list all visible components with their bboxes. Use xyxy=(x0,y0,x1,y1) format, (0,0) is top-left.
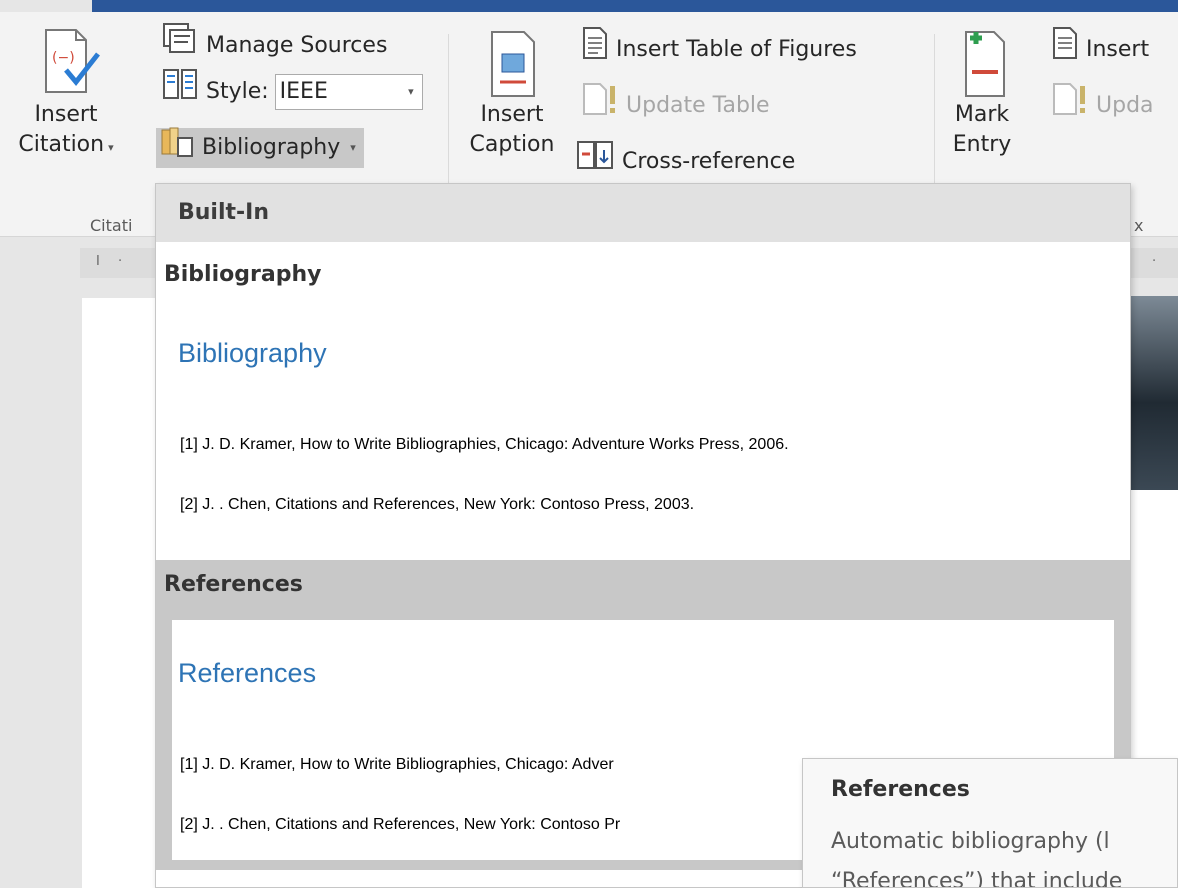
manage-sources-button[interactable]: Manage Sources xyxy=(160,23,388,66)
ruler-mark: · xyxy=(1152,254,1157,269)
cross-reference-button[interactable]: Cross-reference xyxy=(576,141,796,182)
insert-index-button[interactable]: Insert xyxy=(1050,27,1150,70)
mark-entry-label-1: Mark xyxy=(954,102,1010,127)
preview-heading: Bibliography xyxy=(178,338,327,368)
tooltip-line-1: Automatic bibliography (l xyxy=(831,829,1110,854)
preview-entry: [2] J. . Chen, Citations and References,… xyxy=(180,816,621,833)
table-of-figures-icon xyxy=(580,26,610,74)
insert-citation-label-2: Citation ▾ xyxy=(18,132,114,157)
gallery-header-built-in: Built-In xyxy=(156,184,1130,242)
gallery-item-bibliography[interactable]: Bibliography Bibliography [1] J. D. Kram… xyxy=(156,250,1130,560)
bibliography-button[interactable]: Bibliography ▾ xyxy=(156,127,364,168)
preview-entry: [1] J. D. Kramer, How to Write Bibliogra… xyxy=(180,756,614,773)
manage-sources-label: Manage Sources xyxy=(206,33,388,58)
group-label-citations: Citati xyxy=(90,216,133,235)
preview-entry: [1] J. D. Kramer, How to Write Bibliogra… xyxy=(180,436,789,453)
update-index-icon xyxy=(1050,82,1090,130)
references-tooltip: References Automatic bibliography (l “Re… xyxy=(802,758,1178,888)
mark-entry-icon xyxy=(942,24,1022,100)
insert-caption-icon xyxy=(462,24,562,100)
style-control: Style: IEEE ▾ xyxy=(160,69,423,112)
insert-index-icon xyxy=(1050,26,1080,74)
insert-citation-icon: (−) xyxy=(6,24,126,100)
insert-table-of-figures-label: Insert Table of Figures xyxy=(616,37,857,62)
style-label: Style: xyxy=(206,79,269,104)
ruler-mark: · xyxy=(118,254,123,269)
preview-entry: [2] J. . Chen, Citations and References,… xyxy=(180,496,695,513)
bibliography-icon xyxy=(160,124,196,172)
title-bar-accent xyxy=(92,0,1178,12)
update-table-icon xyxy=(580,82,620,130)
ruler-mark: I xyxy=(96,254,100,269)
style-value: IEEE xyxy=(279,79,328,104)
mark-entry-label-2: Entry xyxy=(952,132,1012,157)
update-table-button[interactable]: Update Table xyxy=(580,83,770,126)
cross-reference-label: Cross-reference xyxy=(622,149,796,174)
insert-caption-label-2: Caption xyxy=(469,132,555,157)
chevron-down-icon: ▾ xyxy=(350,141,356,154)
group-label-index: x xyxy=(1134,216,1144,235)
update-table-label: Update Table xyxy=(626,93,770,118)
manage-sources-icon xyxy=(160,22,200,70)
gallery-item-title: References xyxy=(164,572,303,597)
chevron-down-icon: ▾ xyxy=(408,85,414,98)
tooltip-title: References xyxy=(831,777,970,802)
update-index-label: Upda xyxy=(1096,93,1154,118)
svg-text:(−): (−) xyxy=(52,50,75,66)
style-icon xyxy=(160,68,200,116)
insert-citation-label-1: Insert xyxy=(34,102,98,127)
document-image[interactable] xyxy=(1130,296,1178,490)
bibliography-label: Bibliography xyxy=(202,135,341,160)
insert-table-of-figures-button[interactable]: Insert Table of Figures xyxy=(580,27,857,70)
insert-citation-button[interactable]: (−) Insert Citation ▾ xyxy=(6,24,126,163)
cross-reference-icon xyxy=(576,138,616,186)
mark-entry-button[interactable]: Mark Entry xyxy=(942,24,1022,160)
update-index-button[interactable]: Upda xyxy=(1050,83,1154,126)
group-divider xyxy=(448,34,449,204)
gallery-item-title: Bibliography xyxy=(164,262,322,287)
preview-heading: References xyxy=(178,658,317,688)
insert-caption-label-1: Insert xyxy=(480,102,544,127)
insert-caption-button[interactable]: Insert Caption xyxy=(462,24,562,160)
style-dropdown[interactable]: IEEE ▾ xyxy=(274,74,423,110)
insert-index-label: Insert xyxy=(1086,37,1150,62)
group-divider xyxy=(934,34,935,204)
tooltip-line-2: “References”) that include xyxy=(831,869,1123,888)
